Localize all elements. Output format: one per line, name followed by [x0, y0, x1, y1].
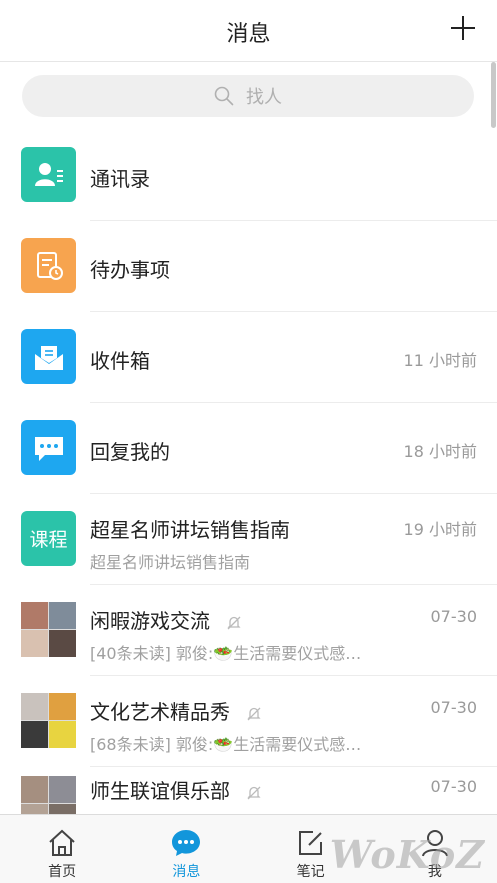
tab-label: 笔记 [296, 864, 325, 880]
todo-icon [21, 238, 76, 293]
list-item-reply[interactable]: 回复我的 18 小时前 [0, 403, 497, 494]
list-item-group[interactable]: 闲暇游戏交流 07-30 [40条未读] 郭俊:🥗生活需要仪式感… [0, 585, 497, 676]
bottom-tab-bar: 首页 消息 笔记 我 [0, 814, 497, 883]
reply-icon [21, 420, 76, 475]
item-time: 07-30 [430, 777, 478, 796]
item-time: 07-30 [430, 607, 478, 626]
list-item-todo[interactable]: 待办事项 [0, 221, 497, 312]
item-name: 通讯录 [90, 167, 150, 191]
item-name: 文化艺术精品秀 [90, 700, 230, 724]
inbox-icon [21, 329, 76, 384]
item-name: 收件箱 [90, 349, 150, 373]
search-icon [214, 86, 234, 106]
item-name: 回复我的 [90, 440, 170, 464]
tab-messages[interactable]: 消息 [124, 815, 248, 883]
item-name: 待办事项 [90, 258, 170, 282]
mute-icon [247, 707, 261, 720]
tab-label: 消息 [172, 864, 201, 880]
page-title: 消息 [226, 22, 271, 47]
tab-label: 首页 [48, 864, 77, 880]
scrollbar[interactable] [491, 62, 496, 128]
contacts-icon [21, 147, 76, 202]
search-input[interactable]: 找人 [22, 75, 474, 117]
item-name-wrap: 师生联谊俱乐部 [90, 775, 262, 804]
mute-icon [227, 616, 241, 629]
plus-icon[interactable] [451, 16, 475, 40]
item-name: 超星名师讲坛销售指南 [90, 518, 290, 542]
item-subtitle: [40条未读] 郭俊:🥗生活需要仪式感… [90, 644, 362, 663]
item-name: 闲暇游戏交流 [90, 609, 210, 633]
tab-home[interactable]: 首页 [0, 815, 124, 883]
list-item-course[interactable]: 课程 超星名师讲坛销售指南 19 小时前 超星名师讲坛销售指南 [0, 494, 497, 585]
item-time: 11 小时前 [403, 351, 477, 370]
item-time: 19 小时前 [403, 520, 477, 539]
tab-label: 我 [427, 864, 442, 880]
top-bar: 消息 [0, 0, 497, 62]
tab-me[interactable]: 我 [373, 815, 497, 883]
list-item-inbox[interactable]: 收件箱 11 小时前 [0, 312, 497, 403]
tab-notes[interactable]: 笔记 [249, 815, 373, 883]
list-item-group[interactable]: 文化艺术精品秀 07-30 [68条未读] 郭俊:🥗生活需要仪式感… [0, 676, 497, 767]
group-avatar [21, 693, 76, 748]
search-placeholder: 找人 [246, 87, 282, 108]
course-icon: 课程 [21, 511, 76, 566]
course-icon-label: 课程 [29, 529, 68, 551]
item-name-wrap: 文化艺术精品秀 [90, 696, 262, 725]
item-subtitle: [68条未读] 郭俊:🥗生活需要仪式感… [90, 735, 362, 754]
note-icon [298, 831, 322, 855]
mute-icon [247, 786, 261, 799]
item-time: 18 小时前 [403, 442, 477, 461]
item-name-wrap: 闲暇游戏交流 [90, 605, 242, 634]
user-icon [421, 830, 448, 857]
home-icon [49, 829, 75, 856]
message-list: 通讯录 待办事项 收件箱 11 小时前 回复我的 18 小时前 课程 超星名师讲… [0, 130, 497, 858]
item-name: 师生联谊俱乐部 [90, 779, 230, 803]
item-subtitle: 超星名师讲坛销售指南 [90, 553, 251, 572]
message-icon [172, 830, 201, 856]
list-item-contacts[interactable]: 通讯录 [0, 130, 497, 221]
item-time: 07-30 [430, 698, 478, 717]
group-avatar [21, 602, 76, 657]
